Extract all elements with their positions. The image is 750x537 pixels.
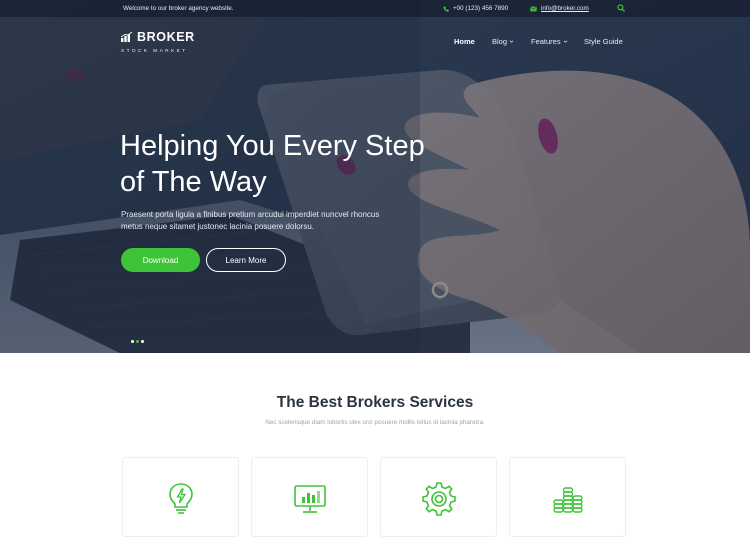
- learn-more-button[interactable]: Learn More: [206, 248, 286, 272]
- slider-dot[interactable]: [141, 340, 144, 343]
- nav-item-features[interactable]: Features: [531, 37, 568, 46]
- services-title: The Best Brokers Services: [276, 394, 474, 411]
- service-card[interactable]: [380, 457, 497, 537]
- top-bar: Welcome to our broker agency website. +0…: [0, 0, 750, 17]
- main-nav: Home Blog Features Style Guide: [0, 37, 750, 49]
- hero-description-line: metus neque sitamet justonec lacinia pos…: [121, 222, 314, 231]
- service-card[interactable]: [122, 457, 239, 537]
- envelope-icon: [530, 6, 537, 11]
- nav-item-label: Features: [531, 37, 561, 46]
- hero-title-line: Helping You Every Step: [120, 130, 425, 162]
- brand-tagline: STOCK MARKET: [121, 49, 188, 54]
- email-contact[interactable]: info@broker.com: [530, 5, 589, 12]
- coins-stack-icon: [553, 487, 583, 513]
- chevron-down-icon: [509, 40, 514, 43]
- hero-description: Praesent porta ligula a finibus pretium …: [121, 209, 381, 233]
- nav-item-home[interactable]: Home: [454, 37, 475, 46]
- lightbulb-icon: [169, 483, 193, 514]
- service-card[interactable]: [509, 457, 626, 537]
- monitor-chart-icon: [294, 485, 326, 513]
- phone-contact[interactable]: +00 (123) 456 7890: [443, 5, 508, 12]
- service-card[interactable]: [251, 457, 368, 537]
- phone-icon: [443, 6, 449, 12]
- nav-item-label: Style Guide: [584, 37, 623, 46]
- hero-description-line: Praesent porta ligula a finibus pretium …: [121, 210, 380, 219]
- nav-item-label: Home: [454, 37, 475, 46]
- hero-section: Welcome to our broker agency website. +0…: [0, 0, 750, 353]
- nav-item-blog[interactable]: Blog: [492, 37, 514, 46]
- services-subtitle: Nec scelerisque diam lobortis ulex orci …: [265, 419, 485, 426]
- search-icon[interactable]: [617, 4, 625, 12]
- welcome-text: Welcome to our broker agency website.: [123, 5, 234, 12]
- hero-title-line: of The Way: [120, 166, 267, 198]
- download-button[interactable]: Download: [121, 248, 200, 272]
- hero-title: Helping You Every Step of The Way: [120, 128, 450, 200]
- slider-pagination: [131, 340, 144, 343]
- slider-dot-active[interactable]: [136, 340, 139, 343]
- gear-icon: [422, 482, 456, 516]
- slider-dot[interactable]: [131, 340, 134, 343]
- phone-number: +00 (123) 456 7890: [453, 5, 509, 12]
- email-link[interactable]: info@broker.com: [541, 5, 589, 12]
- nav-item-label: Blog: [492, 37, 508, 46]
- chevron-down-icon: [563, 40, 567, 43]
- nav-item-style-guide[interactable]: Style Guide: [584, 37, 623, 46]
